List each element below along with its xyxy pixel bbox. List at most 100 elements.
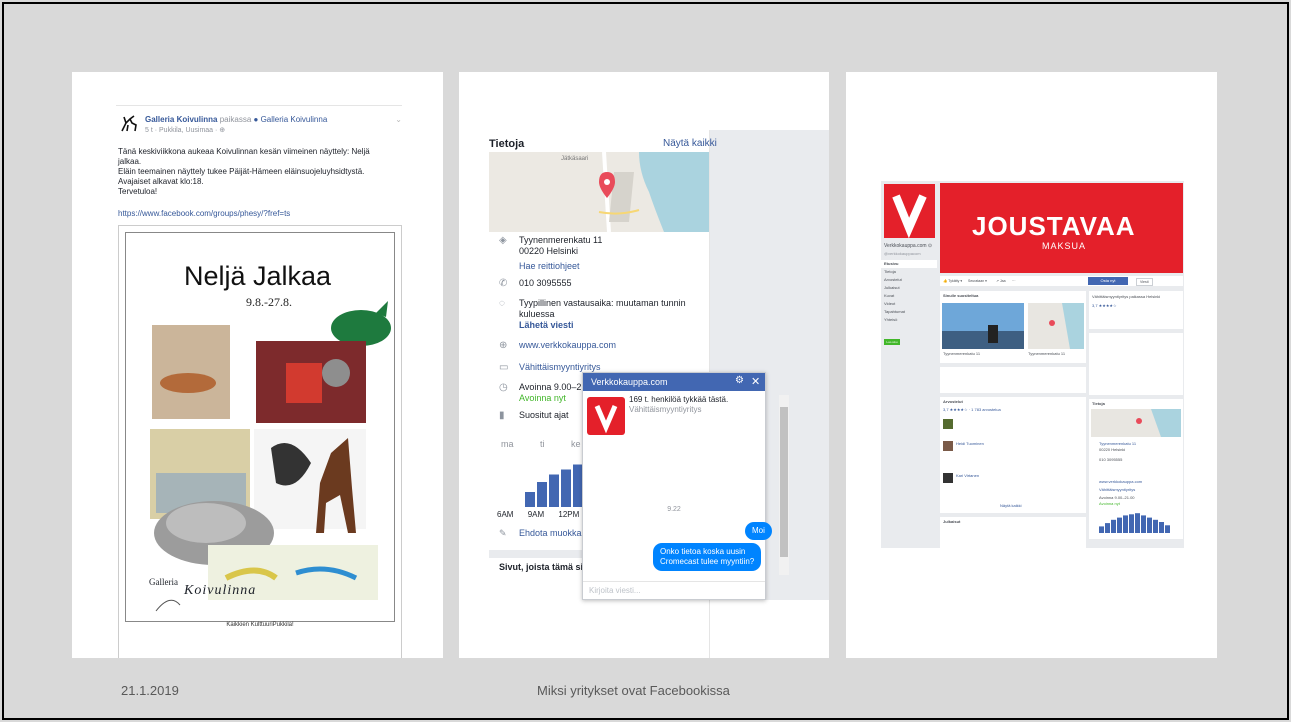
directions-link[interactable]: Hae reittiohjeet bbox=[519, 261, 580, 272]
scrollbar[interactable] bbox=[779, 395, 789, 575]
create-page-button[interactable]: Luo sivu bbox=[884, 339, 900, 345]
liked-button[interactable]: 👍 Tykätty ▾ bbox=[943, 278, 962, 284]
post-link[interactable]: https://www.facebook.com/groups/phesy/?f… bbox=[118, 209, 290, 218]
store-rating[interactable]: 3,7 ★★★★☆ bbox=[1092, 303, 1117, 308]
website-text[interactable]: www.verkkokauppa.com bbox=[1099, 479, 1142, 484]
category-icon: ▭ bbox=[499, 362, 509, 373]
post-text-line: Tervetuloa! bbox=[118, 187, 158, 196]
hours-text: Avoinna 9.00–21.00 bbox=[1099, 495, 1135, 500]
shop-now-button[interactable]: Osta nyt bbox=[1088, 277, 1128, 285]
following-button[interactable]: Seurataan ▾ bbox=[968, 278, 987, 284]
nav-item[interactable]: Yhteisö bbox=[881, 316, 937, 324]
facebook-page-screenshot: JOUSTAVAA MAKSUA Verkkokauppa.com ⊙ @ver… bbox=[881, 181, 1184, 548]
popular-time-bar bbox=[1165, 525, 1170, 533]
see-all-link[interactable]: Näytä kaikki bbox=[1000, 503, 1022, 508]
day-tab[interactable]: ke bbox=[571, 439, 581, 449]
message-input-placeholder: Kirjoita viesti... bbox=[589, 586, 641, 595]
post-text-line: jalkaa. bbox=[118, 157, 142, 166]
page-name: Verkkokauppa.com ⊙ bbox=[884, 243, 933, 249]
nav-item[interactable]: Tapahtumat bbox=[881, 308, 937, 316]
pages-liked-heading: Sivut, joista tämä si bbox=[499, 562, 584, 572]
page-category: Vähittäismyyntiyritys bbox=[629, 405, 702, 414]
popular-time-bar bbox=[1135, 513, 1140, 533]
message-input[interactable]: Kirjoita viesti... bbox=[583, 581, 765, 600]
post-text-line: Tänä keskiviikkona aukeaa Koivulinnan ke… bbox=[118, 147, 370, 156]
popular-time-bar bbox=[1105, 523, 1110, 533]
popular-time-bar bbox=[1099, 526, 1104, 533]
verkkokauppa-logo bbox=[587, 397, 625, 435]
popular-time-bar bbox=[1117, 517, 1122, 533]
address-text[interactable]: Tyynenmerenkatu 11 bbox=[1099, 441, 1136, 446]
hour-labels: 6AM 9AM 12PM bbox=[497, 510, 591, 519]
popular-time-bar bbox=[1159, 522, 1164, 533]
directions-icon: ◈ bbox=[499, 235, 507, 246]
scrollbar-thumb[interactable] bbox=[780, 407, 788, 557]
popular-times-chart bbox=[1099, 513, 1170, 533]
messenger-header[interactable]: Verkkokauppa.com ⚙ ✕ bbox=[583, 373, 765, 391]
popular-time-bar bbox=[537, 482, 547, 507]
location-map[interactable]: Jätkäsaari bbox=[489, 152, 709, 232]
website-link[interactable]: www.verkkokauppa.com bbox=[519, 340, 616, 351]
deer-logo-icon[interactable] bbox=[118, 113, 140, 135]
day-tab[interactable]: ti bbox=[540, 439, 545, 449]
category-text[interactable]: Vähittäismyyntiyritys bbox=[1099, 487, 1135, 492]
profile-logo[interactable] bbox=[884, 184, 935, 239]
in-place-text: paikassa bbox=[219, 115, 252, 124]
recommended-heading: Sinulle suositeltua bbox=[943, 293, 979, 298]
post-composer[interactable] bbox=[940, 367, 1086, 393]
hour-label: 9AM bbox=[527, 510, 545, 519]
phone-number[interactable]: 010 3095555 bbox=[519, 278, 572, 289]
message-bubble: Moi bbox=[745, 522, 772, 540]
gear-icon[interactable]: ⚙ bbox=[735, 375, 744, 386]
nav-item[interactable]: Etusivu bbox=[881, 260, 937, 268]
hour-label: 12PM bbox=[558, 510, 580, 519]
nav-item[interactable]: Videot bbox=[881, 300, 937, 308]
show-all-link[interactable]: Näytä kaikki bbox=[663, 138, 717, 149]
open-now-text: Avoinna nyt bbox=[519, 393, 566, 403]
reviewer-name[interactable]: Heidi Tuominen bbox=[956, 441, 984, 446]
community-card bbox=[1089, 333, 1183, 395]
address-text: 00220 Helsinki bbox=[1099, 447, 1126, 452]
message-button[interactable]: Viesti bbox=[1136, 278, 1153, 286]
phone-text: 010 3095555 bbox=[1099, 457, 1123, 462]
v-logo-icon bbox=[892, 194, 927, 239]
post-meta: 5 t · Pukkila, Uusimaa · ⊕ bbox=[145, 127, 226, 134]
chevron-down-icon[interactable]: ⌄ bbox=[395, 115, 402, 124]
divider bbox=[116, 105, 402, 106]
nav-item[interactable]: Arvostelut bbox=[881, 276, 937, 284]
post-text: Tänä keskiviikkona aukeaa Koivulinnan ke… bbox=[118, 147, 400, 197]
page-nav: Etusivu Tietoja Arvostelut Julkaisut Kuv… bbox=[881, 260, 937, 324]
popular-time-bar bbox=[1141, 515, 1146, 533]
bar-chart-icon: ▮ bbox=[499, 410, 505, 421]
reviews-heading: Arvostelut bbox=[943, 399, 963, 404]
globe-icon: ⊕ bbox=[499, 340, 508, 351]
place-link[interactable]: ● Galleria Koivulinna bbox=[254, 115, 328, 124]
map-graphic bbox=[489, 152, 709, 232]
poster-border: Neljä Jalkaa 9.8.-27.8. Galleria Koivuli… bbox=[125, 232, 395, 622]
about-heading: Tietoja bbox=[489, 138, 525, 150]
nav-item[interactable]: Julkaisut bbox=[881, 284, 937, 292]
page-name-link[interactable]: Galleria Koivulinna bbox=[145, 115, 217, 124]
nav-item[interactable]: Tietoja bbox=[881, 268, 937, 276]
close-icon[interactable]: ✕ bbox=[751, 375, 760, 388]
popular-time-bar bbox=[1129, 514, 1134, 533]
post-author: Galleria Koivulinna paikassa ● Galleria … bbox=[145, 115, 327, 124]
exhibition-poster[interactable]: Neljä Jalkaa 9.8.-27.8. Galleria Koivuli… bbox=[118, 225, 402, 658]
panel-facebook-page-info: Tietoja Näytä kaikki Jätkäsaari ◈ Tyynen… bbox=[459, 72, 829, 658]
footer-title: Miksi yritykset ovat Facebookissa bbox=[537, 683, 730, 698]
share-button[interactable]: ↗ Jaa bbox=[996, 278, 1006, 284]
more-button[interactable]: ··· bbox=[1012, 278, 1016, 284]
recommended-caption: Tyynenmerenkatu 11 bbox=[943, 351, 981, 356]
day-tab[interactable]: ma bbox=[501, 439, 514, 449]
reviews-count[interactable]: 3,7 ★★★★☆ · 1 783 arvostelua bbox=[943, 407, 1001, 412]
map-label: Jätkäsaari bbox=[561, 156, 589, 162]
nav-item[interactable]: Kuvat bbox=[881, 292, 937, 300]
cover-photo[interactable]: JOUSTAVAA MAKSUA bbox=[940, 183, 1183, 273]
page-handle: @verkkokauppacom bbox=[884, 251, 921, 256]
send-message-link[interactable]: Lähetä viesti bbox=[519, 320, 574, 331]
response-time-line2: kuluessa bbox=[519, 309, 555, 319]
cover-title: JOUSTAVAA bbox=[972, 211, 1136, 241]
panel-verkkokauppa-page: JOUSTAVAA MAKSUA Verkkokauppa.com ⊙ @ver… bbox=[846, 72, 1217, 658]
suggest-edit-link[interactable]: Ehdota muokka bbox=[519, 528, 582, 538]
reviewer-name[interactable]: Kari Virtanen bbox=[956, 473, 979, 478]
